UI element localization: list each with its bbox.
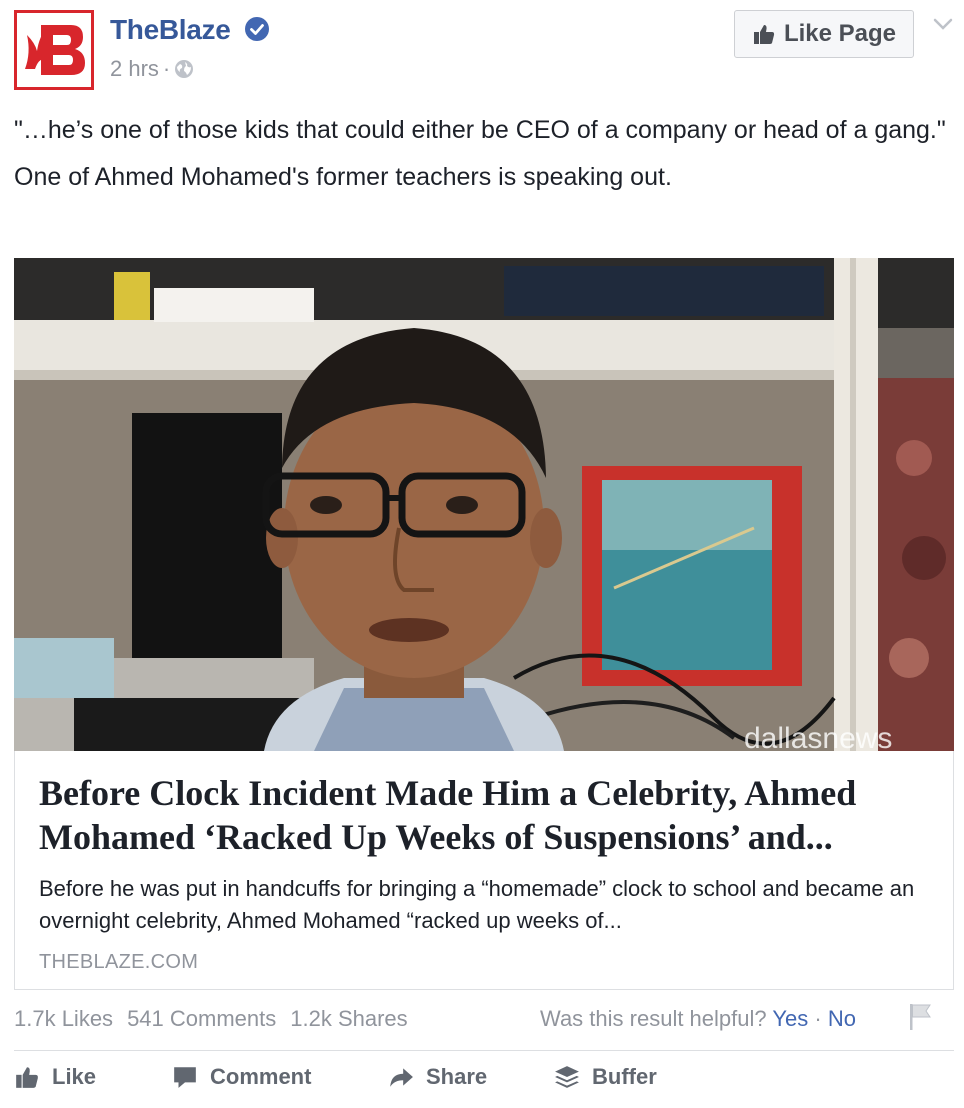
link-description: Before he was put in handcuffs for bring…	[39, 876, 915, 933]
share-button[interactable]: Share	[388, 1064, 487, 1090]
boy-photo-image: dallasnews	[14, 258, 954, 751]
globe-icon[interactable]	[174, 59, 194, 79]
feedback-yes-link[interactable]: Yes	[772, 1006, 808, 1031]
link-title[interactable]: Before Clock Incident Made Him a Celebri…	[39, 771, 919, 859]
feedback-prompt: Was this result helpful? Yes · No	[540, 1006, 856, 1032]
post-timestamp[interactable]: 2 hrs	[110, 56, 159, 81]
share-label: Share	[426, 1064, 488, 1089]
feedback-separator: ·	[814, 1006, 822, 1031]
comment-icon	[174, 1067, 196, 1088]
shares-count[interactable]: 1.2k Shares	[290, 1006, 407, 1031]
link-preview-body[interactable]: Before Clock Incident Made Him a Celebri…	[39, 771, 919, 974]
like-label: Like	[52, 1064, 97, 1089]
page-name-link[interactable]: TheBlaze	[110, 14, 231, 46]
post-meta: 2 hrs ·	[110, 56, 194, 82]
likes-count[interactable]: 1.7k Likes	[14, 1006, 113, 1031]
meta-separator: ·	[162, 56, 171, 81]
feedback-no-link[interactable]: No	[828, 1006, 856, 1031]
thumbs-up-icon	[753, 25, 775, 44]
feedback-question: Was this result helpful?	[540, 1006, 767, 1031]
share-arrow-icon	[390, 1068, 413, 1087]
actions-divider	[14, 1050, 954, 1051]
comment-label: Comment	[210, 1064, 312, 1089]
verified-badge-icon	[245, 17, 269, 41]
page-avatar-logo[interactable]	[14, 10, 94, 90]
comments-count[interactable]: 541 Comments	[127, 1006, 276, 1031]
like-page-button[interactable]: Like Page	[734, 10, 914, 58]
engagement-stats: 1.7k Likes 541 Comments 1.2k Shares	[14, 1006, 422, 1032]
buffer-stack-icon	[555, 1066, 579, 1088]
like-page-label: Like Page	[783, 20, 897, 47]
chevron-down-icon[interactable]	[932, 16, 954, 32]
link-preview-image[interactable]: dallasnews	[14, 258, 954, 751]
thumbs-up-icon	[16, 1067, 38, 1088]
link-preview-card[interactable]: dallasnews Before Clock Incident Made Hi…	[14, 258, 954, 990]
post-message-text: One of Ahmed Mohamed's former teachers i…	[14, 163, 672, 191]
blaze-logo	[17, 13, 91, 87]
comment-button[interactable]: Comment	[172, 1064, 311, 1090]
image-watermark: dallasnews	[744, 722, 892, 751]
post-message: "…he’s one of those kids that could eith…	[14, 112, 950, 196]
post-quote: "…he’s one of those kids that could eith…	[14, 116, 946, 144]
link-domain: THEBLAZE.COM	[39, 951, 199, 973]
flag-icon[interactable]	[906, 1002, 934, 1032]
buffer-label: Buffer	[592, 1064, 657, 1089]
buffer-button[interactable]: Buffer	[554, 1064, 657, 1090]
like-button[interactable]: Like	[14, 1064, 96, 1090]
